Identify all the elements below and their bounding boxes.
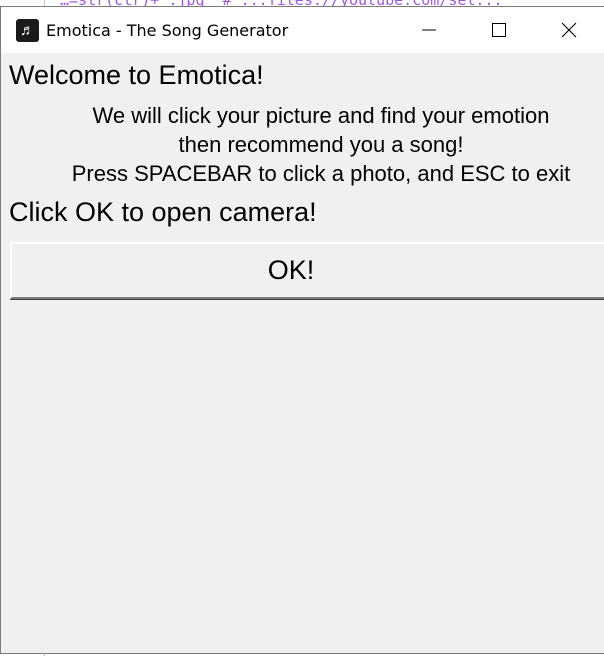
description-text: We will click your picture and find your… xyxy=(1,101,604,188)
minimize-button[interactable] xyxy=(394,7,464,53)
ok-button-label: OK! xyxy=(267,255,315,285)
description-line-2: then recommend you a song! xyxy=(178,132,464,157)
maximize-button[interactable] xyxy=(464,7,534,53)
window-title: Emotica - The Song Generator xyxy=(46,20,289,40)
title-bar[interactable]: ♬ Emotica - The Song Generator xyxy=(1,7,604,53)
ok-button[interactable]: OK! xyxy=(10,242,604,299)
window-controls xyxy=(394,7,604,53)
description-line-1: We will click your picture and find your… xyxy=(92,103,550,128)
window-content: Welcome to Emotica! We will click your p… xyxy=(1,53,604,653)
close-button[interactable] xyxy=(534,7,604,53)
description-line-3: Press SPACEBAR to click a photo, and ESC… xyxy=(71,161,571,186)
close-icon xyxy=(561,22,577,38)
minimize-icon xyxy=(422,29,436,31)
music-note-icon: ♬ xyxy=(16,18,39,42)
camera-prompt: Click OK to open camera! xyxy=(9,197,317,227)
maximize-icon xyxy=(492,23,506,37)
welcome-heading: Welcome to Emotica! xyxy=(9,60,264,90)
app-window: ♬ Emotica - The Song Generator Welcome t… xyxy=(0,6,604,654)
